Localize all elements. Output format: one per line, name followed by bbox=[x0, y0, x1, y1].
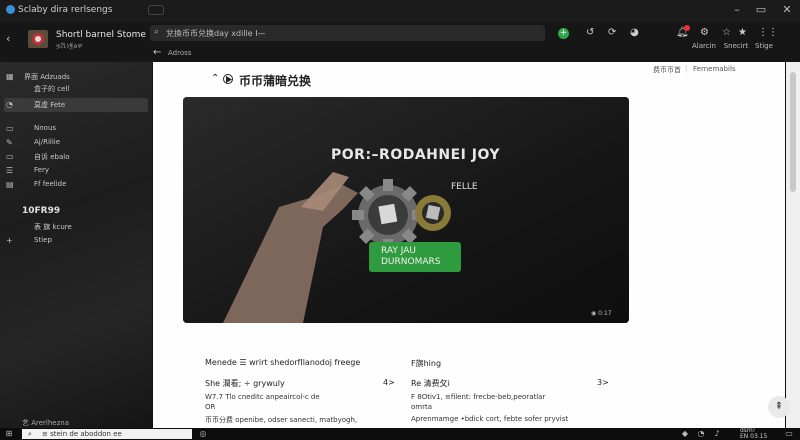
wifi-icon[interactable]: ◔ bbox=[696, 429, 706, 439]
left-row-2: W7.7 Tlo cneditc anpeaircol-c de bbox=[205, 393, 320, 401]
left-row-3: OR bbox=[205, 403, 216, 411]
sidebar-item-riliie[interactable]: ✎ Aj/Riliie bbox=[4, 136, 148, 150]
history-icon[interactable]: ↺ bbox=[586, 27, 594, 38]
app-subtitle: ዟቪነ፪ልዋ bbox=[56, 42, 83, 50]
sidebar-item-label: Nnous bbox=[34, 124, 57, 132]
upload-fab-button[interactable]: ⇞ bbox=[768, 396, 790, 418]
sidebar-item-label: 自诉 ebalo bbox=[34, 153, 70, 161]
left-heading: Menede ☰ wrirt shedorfIlanodoj freege bbox=[205, 358, 361, 367]
list-icon: ☰ bbox=[6, 166, 14, 175]
sidebar-item-label: Aj/Riliie bbox=[34, 138, 61, 146]
sidebar-item-label: Stiep bbox=[34, 236, 52, 244]
notification-center-icon[interactable]: ▭ bbox=[784, 429, 794, 439]
back-arrow-icon[interactable]: ← bbox=[153, 47, 161, 58]
clock-icon: ◔ bbox=[6, 100, 13, 109]
star-icon[interactable]: ★ bbox=[738, 27, 747, 38]
top-bar: ‹ Shortl barnel Stome ዟቪነ፪ልዋ ⌕ 兌換币币兑换day… bbox=[0, 22, 800, 62]
paint-icon: ✎ bbox=[6, 138, 13, 147]
sidebar-item-stiep[interactable]: + Stiep bbox=[4, 234, 148, 248]
right-row-1[interactable]: Re 清费攵i bbox=[411, 378, 450, 389]
sidebar-item-label: 界面 Adzuads bbox=[24, 73, 70, 81]
sidebar-item-ebalo[interactable]: ▭ 自诉 ebalo bbox=[4, 150, 148, 164]
cta-line-2: DURNOMARS bbox=[381, 257, 441, 267]
left-row-4: 币币分费 openibe, odser sanecti, matbyogh, bbox=[205, 416, 358, 424]
right-link-1[interactable]: 费币币首 bbox=[653, 65, 681, 75]
clock-line-2[interactable]: EN 03.15 bbox=[740, 434, 767, 440]
right-row-4: Aprenmamge •bdick cort, febte sofer pryv… bbox=[411, 415, 569, 423]
sidebar-item-label: 表 旗 kcure bbox=[34, 223, 72, 231]
sidebar-item-nnous[interactable]: ▭ Nnous bbox=[4, 122, 148, 136]
play-circle-icon bbox=[223, 74, 233, 84]
left-row-1-arrow[interactable]: 4> bbox=[383, 378, 395, 387]
search-icon: ⌕ bbox=[154, 27, 160, 37]
sidebar-item-label: Ff feelide bbox=[34, 180, 67, 188]
minimize-button[interactable]: – bbox=[728, 2, 746, 18]
title-bar: Sclaby dira rerlsengs – ▭ ✕ bbox=[0, 0, 800, 22]
taskbar: ⊞ ⌕ ≡ stein de aboddon ee ◎ ◆ ◔ ♪ dsm! E… bbox=[0, 428, 800, 440]
taskbar-search-text: ≡ stein de aboddon ee bbox=[42, 430, 122, 438]
back-chevron-icon[interactable]: ‹ bbox=[6, 32, 10, 45]
folder-icon: ▭ bbox=[6, 152, 14, 161]
collapse-chevron-icon[interactable]: ⌃ bbox=[211, 73, 219, 84]
scrollbar-thumb[interactable] bbox=[790, 72, 796, 192]
video-title: POR:–RODAHNEI JOY bbox=[331, 147, 501, 163]
left-row-1[interactable]: She 潤看; ÷ grywuly bbox=[205, 378, 285, 389]
sidebar-item-label: 盒子的 cell bbox=[34, 85, 70, 93]
refresh-icon[interactable]: ⟳ bbox=[608, 27, 616, 38]
window-title: Sclaby dira rerlsengs bbox=[18, 5, 113, 15]
page-title: 币币蒲暗兑换 bbox=[239, 74, 312, 88]
search-value: 兌換币币兑换day xdille I— bbox=[166, 29, 266, 38]
folder-icon: ▭ bbox=[6, 124, 14, 133]
video-cta-button[interactable]: RAY JAU DURNOMARS bbox=[369, 242, 461, 272]
right-link-2[interactable]: Fernemabils bbox=[693, 65, 736, 73]
sidebar: ▦ 界面 Adzuads 盒子的 cell ◔ 莫虚 Fete ▭ Nnous … bbox=[0, 62, 152, 428]
network-icon[interactable]: ◆ bbox=[680, 429, 690, 439]
taskbar-search[interactable]: ⌕ ≡ stein de aboddon ee bbox=[22, 429, 192, 439]
grid-icon[interactable]: ⋮⋮ bbox=[758, 27, 778, 38]
sidebar-item-fery[interactable]: ☰ Fery bbox=[4, 164, 148, 178]
sidebar-item-cell[interactable]: 盒子的 cell bbox=[4, 82, 148, 96]
scrollbar[interactable] bbox=[786, 62, 800, 428]
right-heading: F旗hing bbox=[411, 359, 442, 368]
divider: | bbox=[685, 65, 688, 73]
paint-icon[interactable]: ◕ bbox=[630, 27, 639, 38]
sidebar-item-kcure[interactable]: 表 旗 kcure bbox=[4, 220, 148, 234]
sidebar-item-label: 莫虚 Fete bbox=[34, 101, 66, 109]
app-title: Shortl barnel Stome bbox=[56, 30, 146, 40]
notification-badge bbox=[684, 25, 690, 31]
video-artwork bbox=[183, 97, 629, 323]
maximize-button[interactable]: ▭ bbox=[752, 2, 770, 18]
close-button[interactable]: ✕ bbox=[778, 2, 796, 18]
video-feature-label: FELLE bbox=[451, 182, 478, 192]
back-label[interactable]: Adross bbox=[168, 49, 191, 57]
plus-circle-icon[interactable]: + bbox=[558, 28, 569, 39]
star-outline-icon[interactable]: ☆ bbox=[722, 27, 731, 38]
settings-icon[interactable]: ⚙ bbox=[700, 27, 709, 38]
sidebar-section-header: 10FR99 bbox=[22, 206, 61, 216]
main-content: ⌃ 币币蒲暗兑换 费币币首 | Fernemabils POR:–RODAHNE… bbox=[153, 62, 785, 428]
tab-icon[interactable] bbox=[148, 5, 164, 15]
right-row-3: omrta bbox=[411, 403, 433, 411]
sidebar-item-fete[interactable]: ◔ 莫虚 Fete bbox=[4, 98, 148, 112]
right-row-2: F 8Otiv1, ≡filent: frecbe-beb,peoratlar bbox=[411, 393, 546, 401]
right-row-1-arrow[interactable]: 3> bbox=[597, 378, 609, 387]
tool-label-stige[interactable]: Stige bbox=[744, 42, 784, 50]
search-icon: ⌕ bbox=[28, 430, 32, 438]
cta-line-1: RAY JAU bbox=[381, 246, 416, 256]
plus-icon: + bbox=[6, 236, 13, 245]
video-time: ◉ 0:17 bbox=[591, 310, 612, 317]
calendar-icon: ▤ bbox=[6, 180, 14, 189]
volume-icon[interactable]: ♪ bbox=[712, 429, 722, 439]
chrome-icon[interactable]: ◎ bbox=[198, 429, 208, 439]
app-logo-icon bbox=[6, 5, 15, 14]
store-logo-icon bbox=[28, 30, 48, 48]
grid-icon: ▦ bbox=[6, 72, 14, 81]
sidebar-item-label: Fery bbox=[34, 166, 49, 174]
start-icon[interactable]: ⊞ bbox=[4, 429, 14, 439]
sidebar-footer[interactable]: 艺 Arerlhezna bbox=[22, 418, 69, 428]
video-player[interactable]: POR:–RODAHNEI JOY FELLE RAY JAU DURNOMAR… bbox=[183, 97, 629, 323]
sidebar-item-feelide[interactable]: ▤ Ff feelide bbox=[4, 178, 148, 192]
search-input[interactable]: ⌕ 兌換币币兑换day xdille I— bbox=[150, 25, 545, 41]
